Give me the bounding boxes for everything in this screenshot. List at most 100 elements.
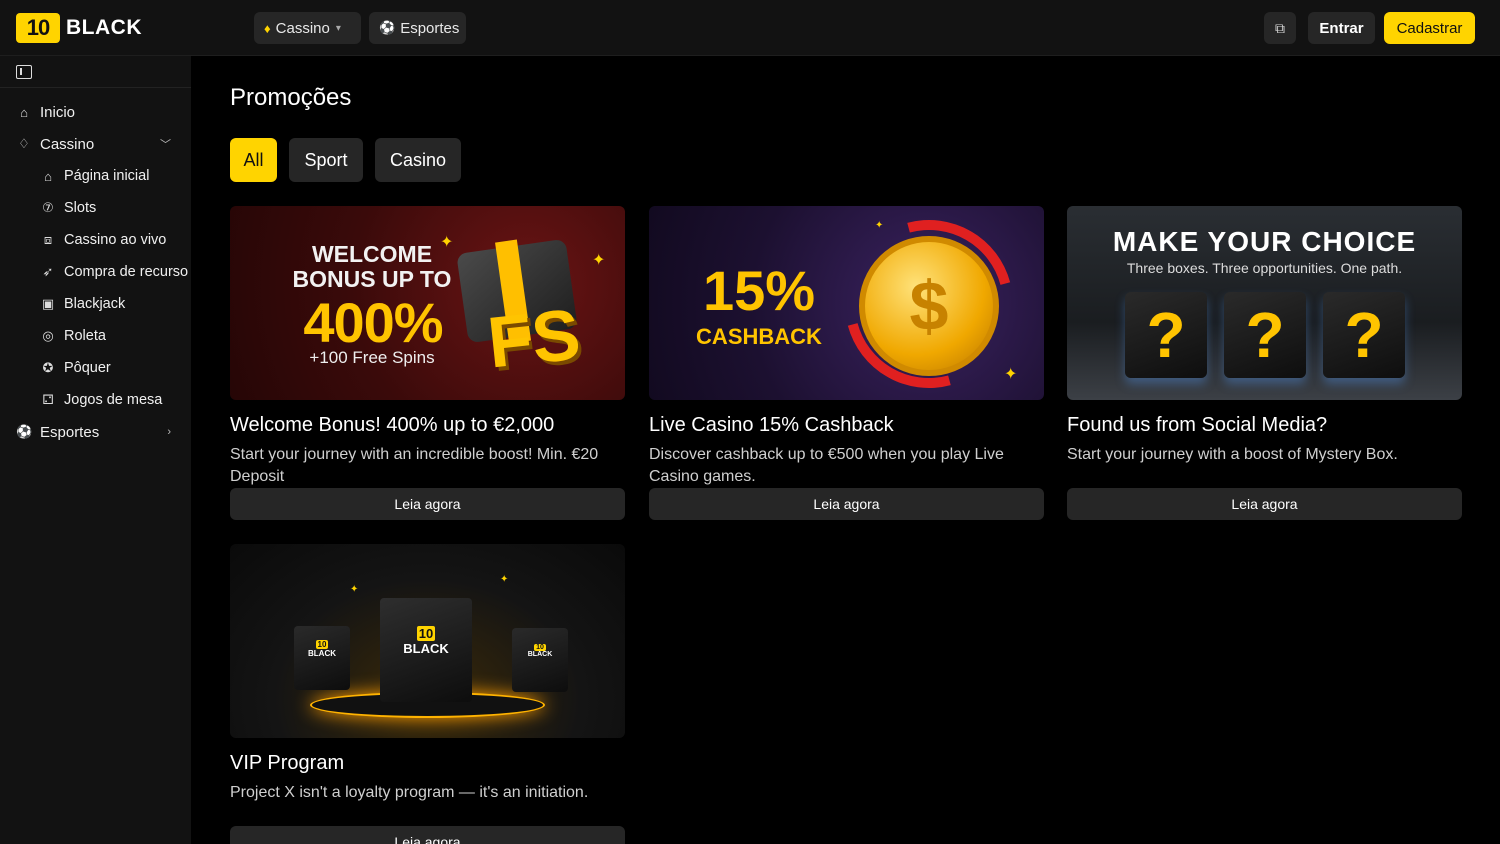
promo-description: Start your journey with a boost of Myste… bbox=[1067, 446, 1398, 463]
sidebar-item-label: Roleta bbox=[64, 328, 106, 344]
chevron-down-icon: ▾ bbox=[335, 22, 341, 34]
sidebar-item-poquer[interactable]: ✪ Pôquer bbox=[0, 354, 191, 382]
tab-cassino[interactable]: ♦ Cassino ▾ bbox=[254, 12, 361, 44]
sidebar-item-label: Blackjack bbox=[64, 296, 126, 312]
tab-esportes[interactable]: ⚽ Esportes bbox=[369, 12, 466, 44]
promo-banner-mystery-box[interactable]: MAKE YOUR CHOICE Three boxes. Three oppo… bbox=[1067, 206, 1462, 400]
banner-subtext: +100 Free Spins bbox=[309, 348, 435, 367]
mystery-box-icon: ? bbox=[1323, 292, 1405, 378]
vip-box-icon: 10 BLACK bbox=[294, 626, 350, 690]
promo-title: Found us from Social Media? bbox=[1067, 414, 1328, 436]
sparkle-icon: ✦ bbox=[592, 252, 606, 269]
sparkle-icon: ✦ bbox=[350, 584, 359, 595]
tab-cassino-label: Cassino bbox=[275, 19, 330, 37]
logo-number: 10 bbox=[315, 640, 329, 649]
sparkle-icon: ✦ bbox=[500, 574, 509, 585]
page-title: Promoções bbox=[230, 84, 352, 111]
banner-headline: MAKE YOUR CHOICE bbox=[1112, 226, 1417, 257]
read-more-button[interactable]: Leia agora bbox=[230, 488, 625, 520]
sparkle-icon: ✦ bbox=[875, 220, 884, 231]
sidebar-item-pagina-inicial[interactable]: ⌂ Página inicial bbox=[0, 162, 191, 190]
banner-line2: BONUS UP TO bbox=[292, 266, 452, 292]
promo-banner-welcome[interactable]: WELCOME BONUS UP TO 400% +100 Free Spins… bbox=[230, 206, 625, 400]
banner-subtext: Three boxes. Three opportunities. One pa… bbox=[1126, 260, 1403, 276]
blackjack-icon: ▣ bbox=[41, 296, 55, 311]
read-more-button[interactable]: Leia agora bbox=[1067, 488, 1462, 520]
cards-icon: ♦ bbox=[264, 20, 271, 36]
chat-icon: ⧉ bbox=[1275, 19, 1285, 36]
vip-box-logo: 10 BLACK bbox=[380, 626, 472, 656]
cards-icon: ♢ bbox=[18, 136, 30, 151]
coin-icon: $ bbox=[859, 236, 999, 376]
home-icon: ⌂ bbox=[20, 104, 28, 120]
tab-esportes-label: Esportes bbox=[400, 19, 460, 37]
banner-big-value: 400% bbox=[303, 291, 443, 354]
promo-banner-vip[interactable]: 10 BLACK 10 BLACK 10 BLACK ✦ ✦ bbox=[230, 544, 625, 738]
promo-banner-cashback[interactable]: 15% CASHBACK $ ✦ ✦ bbox=[649, 206, 1044, 400]
banner-badge: FS bbox=[484, 294, 584, 384]
sidebar-item-cassino-ao-vivo[interactable]: ⧈ Cassino ao vivo bbox=[0, 226, 191, 254]
vip-box-icon: 10 BLACK bbox=[512, 628, 568, 692]
promo-title: VIP Program bbox=[230, 752, 345, 774]
top-header: 10 BLACK ♦ Cassino ▾ ⚽ Esportes ⧉ Entrar… bbox=[0, 0, 1500, 56]
dice-icon: ⚁ bbox=[42, 392, 54, 407]
filter-casino[interactable]: Casino bbox=[375, 138, 461, 182]
sidebar-toggle-icon[interactable] bbox=[16, 65, 32, 79]
promo-title: Welcome Bonus! 400% up to €2,000 bbox=[230, 414, 555, 436]
sidebar-item-esportes[interactable]: ⚽ Esportes › bbox=[0, 418, 191, 446]
slots-icon: ⑦ bbox=[42, 200, 54, 215]
chevron-down-icon: ﹀ bbox=[160, 139, 171, 151]
sidebar: ⌂ Inicio ♢ Cassino ﹀ ⌂ Página inicial ⑦ … bbox=[0, 56, 191, 844]
chevron-right-icon: › bbox=[167, 426, 171, 438]
logo-text: BLACK bbox=[308, 649, 336, 658]
poker-chip-icon: ✪ bbox=[42, 360, 54, 375]
sidebar-item-label: Slots bbox=[64, 200, 97, 216]
rocket-icon: ➶ bbox=[42, 264, 54, 279]
sidebar-item-label: Página inicial bbox=[64, 168, 150, 184]
logo-text: BLACK bbox=[403, 641, 449, 656]
filter-all[interactable]: All bbox=[230, 138, 277, 182]
promo-description: Discover cashback up to €500 when you pl… bbox=[649, 446, 1004, 485]
sidebar-item-slots[interactable]: ⑦ Slots bbox=[0, 194, 191, 222]
sparkle-icon: ✦ bbox=[1004, 366, 1018, 383]
read-more-button[interactable]: Leia agora bbox=[649, 488, 1044, 520]
sidebar-item-jogos-de-mesa[interactable]: ⚁ Jogos de mesa bbox=[0, 386, 191, 414]
sidebar-item-label: Compra de recurso bbox=[64, 264, 189, 280]
sidebar-item-label: Esportes bbox=[40, 423, 100, 441]
sidebar-divider bbox=[0, 87, 191, 88]
register-button[interactable]: Cadastrar bbox=[1384, 12, 1475, 44]
promo-description: Start your journey with an incredible bo… bbox=[230, 446, 599, 485]
site-logo[interactable]: 10 BLACK bbox=[16, 13, 142, 43]
sidebar-item-label: Inicio bbox=[40, 103, 76, 121]
chat-button[interactable]: ⧉ bbox=[1264, 12, 1296, 44]
login-button[interactable]: Entrar bbox=[1308, 12, 1375, 44]
sidebar-item-inicio[interactable]: ⌂ Inicio bbox=[0, 98, 191, 126]
vip-box-icon: 10 BLACK bbox=[380, 598, 472, 702]
sidebar-item-blackjack[interactable]: ▣ Blackjack bbox=[0, 290, 191, 318]
mystery-box-icon: ? bbox=[1224, 292, 1306, 378]
roulette-icon: ◎ bbox=[42, 328, 54, 343]
logo-number: 10 bbox=[416, 626, 436, 641]
sidebar-item-label: Jogos de mesa bbox=[64, 392, 163, 408]
promo-title: Live Casino 15% Cashback bbox=[649, 414, 894, 436]
sidebar-item-cassino[interactable]: ♢ Cassino ﹀ bbox=[0, 130, 191, 158]
sidebar-item-compra-de-recurso[interactable]: ➶ Compra de recurso bbox=[0, 258, 191, 286]
read-more-button[interactable]: Leia agora bbox=[230, 826, 625, 844]
ball-icon: ⚽ bbox=[379, 20, 396, 35]
logo-number: 10 bbox=[16, 13, 60, 43]
mystery-box-icon: ? bbox=[1125, 292, 1207, 378]
sparkle-icon: ✦ bbox=[440, 234, 454, 251]
promo-description: Project X isn't a loyalty program — it's… bbox=[230, 784, 589, 801]
sidebar-item-roleta[interactable]: ◎ Roleta bbox=[0, 322, 191, 350]
banner-subtext: CASHBACK bbox=[696, 324, 822, 349]
sidebar-item-label: Cassino bbox=[40, 135, 95, 153]
banner-big-value: 15% bbox=[702, 259, 816, 322]
ball-icon: ⚽ bbox=[16, 424, 33, 439]
filter-sport[interactable]: Sport bbox=[289, 138, 363, 182]
logo-text: BLACK bbox=[527, 651, 553, 658]
logo-text: BLACK bbox=[66, 16, 142, 39]
logo-number: 10 bbox=[534, 644, 546, 651]
sidebar-item-label: Pôquer bbox=[64, 360, 111, 376]
home-icon: ⌂ bbox=[44, 168, 52, 184]
vip-box-logo: 10 BLACK bbox=[294, 640, 350, 658]
